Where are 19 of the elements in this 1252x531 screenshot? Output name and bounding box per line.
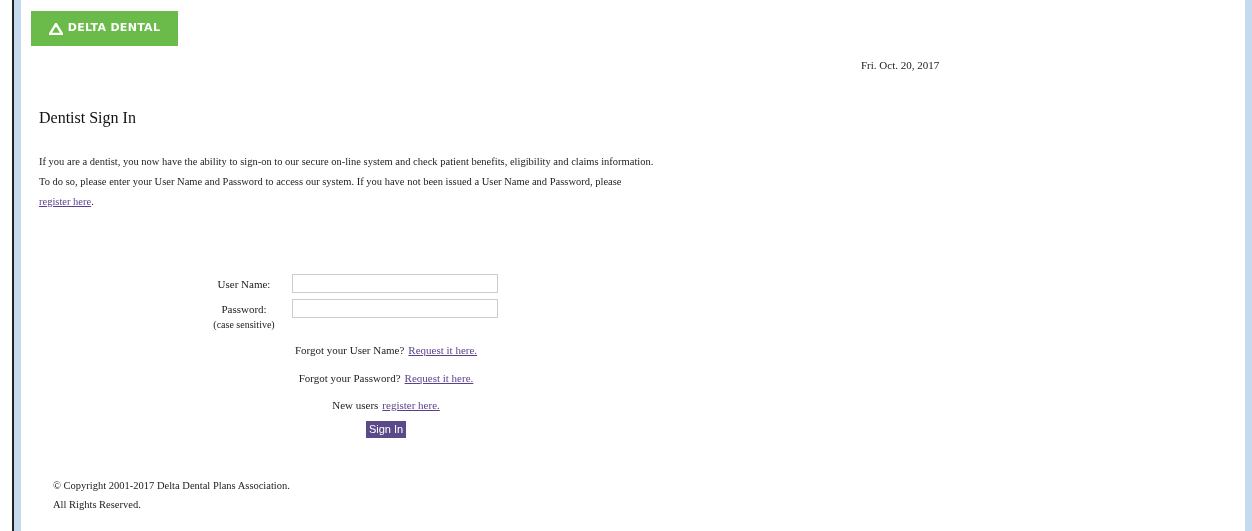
copyright-text: © Copyright 2001-2017 Delta Dental Plans Association.: [53, 478, 291, 493]
current-date: Fri. Oct. 20, 2017: [861, 58, 940, 73]
input-field[interactable]: [292, 298, 498, 318]
help-link[interactable]: Request it here.: [404, 369, 474, 386]
help-text: Forgot your User Name?: [294, 343, 405, 358]
help-link[interactable]: register here.: [382, 397, 440, 414]
page-heading: Dentist Sign In: [39, 107, 137, 129]
copyright-text: All Rights Reserved.: [53, 498, 142, 513]
sign-in-button[interactable]: Sign In: [365, 420, 407, 438]
help-link[interactable]: Request it here.: [408, 342, 478, 359]
help-text: New users: [332, 398, 379, 413]
field-label: Password:: [221, 301, 267, 317]
field-note: (case sensitive): [213, 318, 275, 332]
logo-text: DELTA DENTAL: [67, 20, 161, 37]
triangle-logo-icon: [48, 22, 63, 35]
input-field[interactable]: [292, 273, 498, 293]
field-label: User Name:: [217, 276, 271, 292]
intro-paragraph: If you are a dentist, you now have the ability to sign-on to our secure on-line system and check patient benefits, eligibility and claims information. To do so, please enter your User Name and Password to access our system. If you have not been issued a User Name and Password, please register here.: [39, 154, 655, 209]
help-text: Forgot your Password?: [298, 370, 401, 386]
